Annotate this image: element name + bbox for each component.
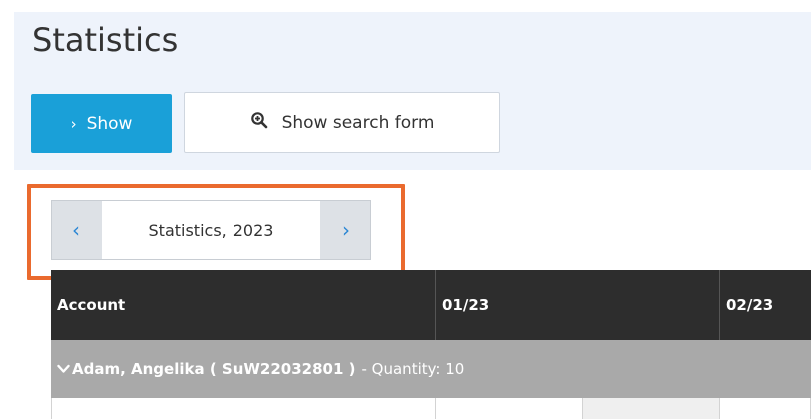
page-title: Statistics [32, 21, 179, 59]
show-search-form-button[interactable]: Show search form [184, 92, 500, 153]
column-header-account[interactable]: Account [51, 270, 436, 340]
group-quantity: - Quantity: 10 [361, 360, 465, 378]
show-button[interactable]: › Show [31, 94, 172, 153]
next-year-button[interactable]: › [322, 201, 370, 259]
year-label-text: Statistics, [148, 220, 227, 240]
column-header-01-23[interactable]: 01/23 [436, 270, 720, 340]
group-account-name: Adam, Angelika ( SuW22032801 ) [72, 360, 356, 378]
show-search-form-label: Show search form [281, 112, 435, 133]
chevron-right-icon: › [70, 114, 77, 133]
chevron-down-icon [57, 360, 72, 378]
year-value: 2023 [232, 220, 274, 240]
group-row[interactable]: Adam, Angelika ( SuW22032801 ) - Quantit… [51, 340, 811, 398]
table-cell [583, 398, 720, 419]
table-cell [436, 398, 583, 419]
chevron-right-icon: › [342, 218, 350, 242]
table-cell [51, 398, 436, 419]
table-row [51, 398, 811, 419]
table-cell [720, 398, 811, 419]
chevron-left-icon: ‹ [72, 218, 80, 242]
year-navigator: ‹ Statistics, 2023 › [51, 200, 371, 260]
statistics-table: Account 01/23 02/23 Adam, Angelika ( SuW… [51, 270, 811, 419]
previous-year-button[interactable]: ‹ [52, 201, 100, 259]
show-button-label: Show [86, 113, 133, 134]
column-header-02-23[interactable]: 02/23 [720, 270, 811, 340]
zoom-in-icon [250, 111, 268, 134]
table-header: Account 01/23 02/23 [51, 270, 811, 340]
year-label: Statistics, 2023 [102, 201, 320, 259]
